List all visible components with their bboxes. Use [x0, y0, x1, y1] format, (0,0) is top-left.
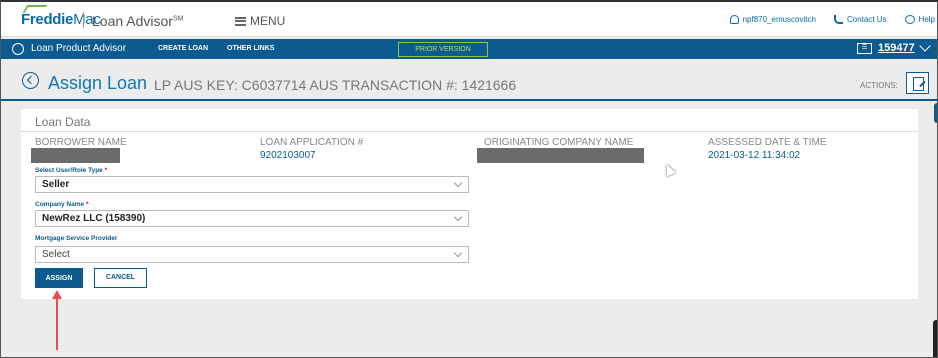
- cancel-button[interactable]: CANCEL: [94, 268, 147, 288]
- help-link[interactable]: Help: [904, 15, 935, 24]
- page-title: Assign Loan: [48, 73, 148, 93]
- user-icon: [729, 15, 739, 24]
- product-name: Loan AdvisorSM: [92, 13, 184, 29]
- nav-other-links[interactable]: OTHER LINKS: [227, 45, 274, 52]
- page-header: Assign Loan LP AUS KEY: C6037714 AUS TRA…: [1, 59, 937, 101]
- main-nav: Loan Product Advisor CREATE LOAN OTHER L…: [1, 39, 937, 59]
- page-subtitle: LP AUS KEY: C6037714 AUS TRANSACTION #: …: [154, 77, 517, 93]
- side-panel-tab[interactable]: [934, 103, 937, 123]
- lpa-logo-icon: [12, 43, 24, 55]
- seller-id-icon: ☰: [857, 43, 872, 54]
- edit-document-icon[interactable]: [906, 72, 929, 94]
- back-arrow-icon[interactable]: [22, 72, 39, 89]
- header-utilities: npf870_emuscovitch Contact Us Help: [729, 15, 937, 24]
- annotation-arrow-shaft: [56, 298, 58, 350]
- assign-button[interactable]: ASSIGN: [35, 268, 83, 288]
- redacted-borrower-name: [31, 148, 120, 163]
- logo-divider: [83, 12, 84, 28]
- nav-product-title[interactable]: Loan Product Advisor: [31, 43, 126, 54]
- top-header: FreddieMac Loan AdvisorSM MENU npf870_em…: [1, 2, 937, 37]
- chevron-down-icon[interactable]: [919, 40, 931, 52]
- chevron-down-icon: [453, 248, 463, 258]
- side-panel-handle[interactable]: [933, 320, 937, 357]
- msp-label: Mortgage Service Provider: [35, 235, 118, 242]
- user-menu[interactable]: npf870_emuscovitch: [729, 15, 816, 24]
- msp-select[interactable]: Select: [35, 246, 469, 263]
- app-window: FreddieMac Loan AdvisorSM MENU npf870_em…: [0, 0, 938, 358]
- company-name-select[interactable]: NewRez LLC (158390): [35, 210, 469, 227]
- nav-create-loan[interactable]: CREATE LOAN: [158, 45, 208, 52]
- hamburger-icon: [235, 16, 246, 26]
- section-title: Loan Data: [35, 115, 91, 129]
- seller-number-link[interactable]: 159477: [878, 42, 915, 54]
- chevron-down-icon: [453, 212, 463, 222]
- phone-icon: [833, 15, 843, 24]
- freddie-mac-logo[interactable]: FreddieMac: [21, 11, 101, 28]
- prior-version-button[interactable]: PRIOR VERSION: [398, 42, 488, 57]
- role-type-label: Select User/Role Type *: [35, 167, 108, 174]
- originating-company-label: ORIGINATING COMPANY NAME: [484, 137, 634, 148]
- assessed-date-label: ASSESSED DATE & TIME: [708, 137, 827, 148]
- chevron-down-icon: [453, 178, 463, 188]
- redacted-originating-company: [477, 148, 644, 163]
- chat-bubble-icon: [904, 15, 915, 24]
- role-type-select[interactable]: Seller: [35, 176, 469, 193]
- company-name-label: Company Name *: [35, 201, 89, 208]
- actions-label: ACTIONS:: [860, 81, 898, 90]
- contact-us-link[interactable]: Contact Us: [833, 15, 887, 24]
- loan-application-value: 9202103007: [260, 150, 316, 161]
- loan-application-label: LOAN APPLICATION #: [260, 137, 364, 148]
- divider: [21, 131, 918, 132]
- loan-data-card: Loan Data BORROWER NAME LOAN APPLICATION…: [21, 109, 918, 299]
- borrower-name-label: BORROWER NAME: [35, 137, 127, 148]
- assessed-date-value: 2021-03-12 11:34:02: [708, 150, 801, 161]
- menu-button[interactable]: MENU: [235, 14, 285, 28]
